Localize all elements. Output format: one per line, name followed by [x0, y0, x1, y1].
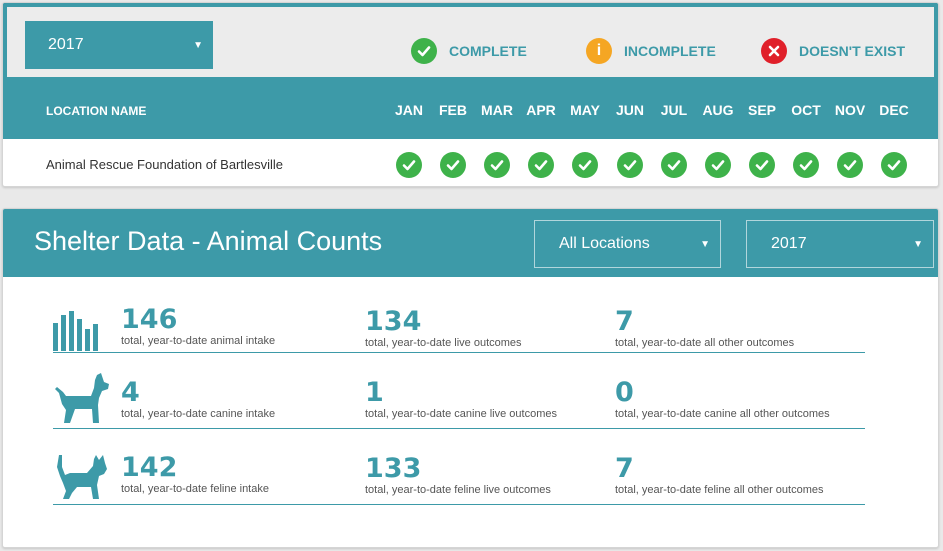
location-select[interactable]: All Locations ▼	[534, 220, 721, 268]
year-select-value: 2017	[771, 235, 807, 252]
dog-icon	[53, 371, 111, 430]
stat-label: total, year-to-date animal intake	[121, 335, 276, 347]
check-circle-icon[interactable]	[749, 152, 775, 178]
stat-value: 7	[615, 306, 634, 337]
stat-label: total, year-to-date canine intake	[121, 408, 276, 420]
check-circle-icon[interactable]	[617, 152, 643, 178]
stat-canine-live-outcomes: 1 total, year-to-date canine live outcom…	[365, 377, 557, 421]
stat-value: 142	[121, 452, 178, 483]
check-circle-icon[interactable]	[793, 152, 819, 178]
stat-row-total: 146 total, year-to-date animal intake 13…	[53, 283, 865, 353]
month-header: NOV	[834, 102, 866, 118]
bar-chart-icon	[53, 311, 101, 356]
check-circle-icon[interactable]	[705, 152, 731, 178]
legend-incomplete-label: INCOMPLETE	[624, 43, 716, 59]
stat-value: 146	[121, 304, 178, 335]
year-select[interactable]: 2017 ▼	[25, 21, 213, 69]
stat-feline-live-outcomes: 133 total, year-to-date feline live outc…	[365, 453, 551, 497]
check-circle-icon[interactable]	[396, 152, 422, 178]
check-circle-icon[interactable]	[440, 152, 466, 178]
page-title: Shelter Data - Animal Counts	[34, 226, 383, 256]
cat-icon	[53, 453, 109, 506]
check-circle-icon[interactable]	[528, 152, 554, 178]
table-row: Animal Rescue Foundation of Bartlesville	[3, 139, 938, 186]
stat-value: 0	[615, 377, 634, 408]
month-header: JUN	[615, 102, 644, 118]
stat-value: 134	[365, 306, 422, 337]
stat-feline-other-outcomes: 7 total, year-to-date feline all other o…	[615, 453, 824, 497]
chevron-down-icon: ▼	[700, 238, 710, 250]
stat-feline-intake: 142 total, year-to-date feline intake	[121, 452, 269, 496]
stat-label: total, year-to-date feline intake	[121, 483, 269, 495]
chevron-down-icon: ▼	[193, 39, 203, 51]
reporting-status-panel: 2017 ▼ COMPLETE i INCOMPLETE DOESN'T EXI…	[2, 2, 939, 187]
stat-label: total, year-to-date feline live outcomes	[365, 484, 551, 496]
legend-doesnt-exist-label: DOESN'T EXIST	[799, 43, 906, 59]
check-circle-icon[interactable]	[837, 152, 863, 178]
legend-complete: COMPLETE	[411, 38, 527, 64]
check-circle-icon[interactable]	[484, 152, 510, 178]
year-select-value: 2017	[48, 36, 84, 53]
month-header: DEC	[879, 102, 909, 118]
month-header: FEB	[439, 102, 467, 118]
month-header: AUG	[702, 102, 734, 118]
legend-doesnt-exist: DOESN'T EXIST	[761, 38, 905, 64]
legend-incomplete: i INCOMPLETE	[586, 38, 716, 64]
status-table-header: LOCATION NAME JAN FEB MAR APR MAY JUN JUL AUG SE…	[3, 77, 938, 139]
stat-value: 4	[121, 377, 140, 408]
stat-value: 7	[615, 453, 634, 484]
location-name: Animal Rescue Foundation of Bartlesville	[46, 157, 284, 172]
stat-total-other-outcomes: 7 total, year-to-date all other outcomes	[615, 306, 795, 350]
shelter-data-header: Shelter Data - Animal Counts All Locatio…	[3, 209, 938, 277]
stat-total-live-outcomes: 134 total, year-to-date live outcomes	[365, 306, 522, 350]
x-circle-icon	[761, 38, 787, 64]
location-name-header: LOCATION NAME	[46, 104, 147, 118]
shelter-data-panel: Shelter Data - Animal Counts All Locatio…	[2, 208, 939, 548]
month-header: MAY	[570, 102, 600, 118]
check-circle-icon[interactable]	[572, 152, 598, 178]
stat-total-intake: 146 total, year-to-date animal intake	[121, 304, 276, 348]
year-select[interactable]: 2017 ▼	[746, 220, 934, 268]
check-circle-icon[interactable]	[661, 152, 687, 178]
location-select-value: All Locations	[559, 235, 650, 252]
month-header: JUL	[660, 102, 688, 118]
status-toolbar: 2017 ▼ COMPLETE i INCOMPLETE DOESN'T EXI…	[3, 3, 938, 77]
info-circle-icon: i	[586, 38, 612, 64]
check-circle-icon[interactable]	[881, 152, 907, 178]
stat-label: total, year-to-date canine live outcomes	[365, 408, 557, 420]
month-header: APR	[526, 102, 556, 118]
stat-label: total, year-to-date live outcomes	[365, 337, 522, 349]
check-circle-icon	[411, 38, 437, 64]
month-header: JAN	[394, 102, 423, 118]
stat-label: total, year-to-date all other outcomes	[615, 337, 795, 349]
stat-canine-intake: 4 total, year-to-date canine intake	[121, 377, 276, 421]
stat-label: total, year-to-date canine all other out…	[615, 408, 830, 420]
chevron-down-icon: ▼	[913, 238, 923, 250]
stat-label: total, year-to-date feline all other out…	[615, 484, 824, 496]
stat-value: 133	[365, 453, 422, 484]
stat-row-canine: 4 total, year-to-date canine intake 1 to…	[53, 357, 865, 429]
stat-canine-other-outcomes: 0 total, year-to-date canine all other o…	[615, 377, 830, 421]
stat-row-feline: 142 total, year-to-date feline intake 13…	[53, 431, 865, 505]
legend-complete-label: COMPLETE	[449, 43, 527, 59]
month-header: OCT	[791, 102, 821, 118]
month-header: MAR	[481, 102, 513, 118]
stat-value: 1	[365, 377, 384, 408]
month-header: SEP	[747, 102, 776, 118]
